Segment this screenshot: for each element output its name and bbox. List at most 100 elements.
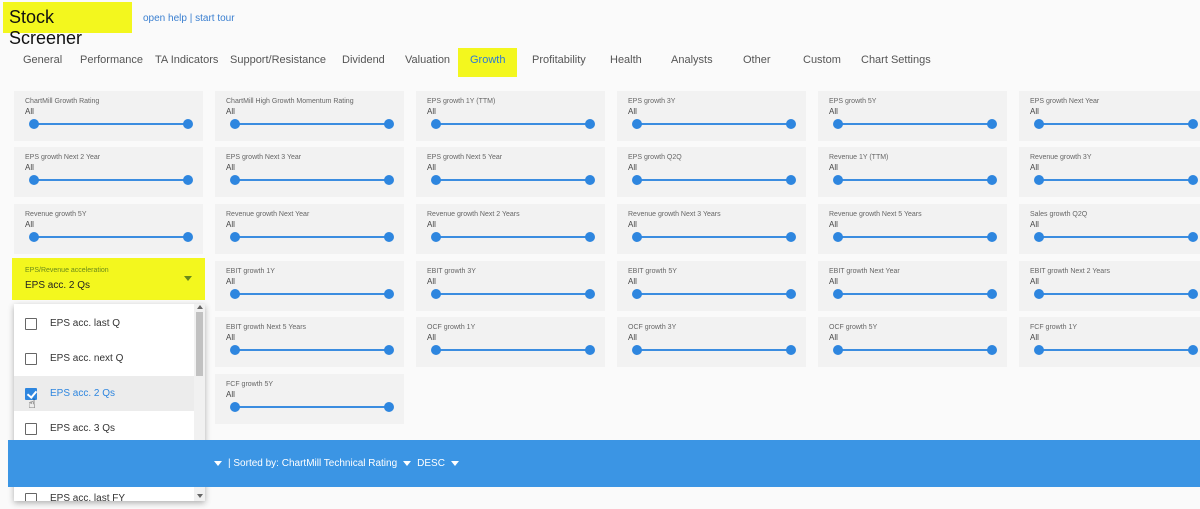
range-slider-min-handle[interactable] — [431, 119, 441, 129]
range-slider-max-handle[interactable] — [987, 119, 997, 129]
range-slider-max-handle[interactable] — [786, 289, 796, 299]
range-slider-track[interactable] — [235, 293, 389, 295]
range-slider-track[interactable] — [838, 293, 992, 295]
range-slider-min-handle[interactable] — [833, 175, 843, 185]
tab-dividend[interactable]: Dividend — [342, 48, 385, 76]
range-slider-track[interactable] — [235, 123, 389, 125]
range-slider-max-handle[interactable] — [585, 175, 595, 185]
range-slider-max-handle[interactable] — [384, 402, 394, 412]
range-slider-min-handle[interactable] — [632, 345, 642, 355]
range-slider-min-handle[interactable] — [833, 232, 843, 242]
range-slider-min-handle[interactable] — [431, 345, 441, 355]
range-slider-min-handle[interactable] — [1034, 175, 1044, 185]
range-slider-min-handle[interactable] — [632, 289, 642, 299]
range-slider-track[interactable] — [637, 293, 791, 295]
range-slider-max-handle[interactable] — [1188, 289, 1198, 299]
checkbox-icon[interactable] — [25, 493, 37, 501]
range-slider-max-handle[interactable] — [1188, 175, 1198, 185]
scroll-down-icon[interactable] — [197, 494, 203, 498]
range-slider-max-handle[interactable] — [384, 289, 394, 299]
range-slider-max-handle[interactable] — [384, 119, 394, 129]
range-slider-max-handle[interactable] — [384, 345, 394, 355]
dropdown-option[interactable]: EPS acc. 2 Qs — [14, 376, 194, 411]
range-slider-track[interactable] — [436, 293, 590, 295]
range-slider-max-handle[interactable] — [585, 119, 595, 129]
caret-down-icon[interactable] — [403, 461, 412, 466]
tab-custom[interactable]: Custom — [803, 48, 841, 76]
checkbox-icon[interactable] — [25, 353, 37, 365]
range-slider-min-handle[interactable] — [833, 119, 843, 129]
range-slider-track[interactable] — [1039, 349, 1193, 351]
range-slider-track[interactable] — [637, 349, 791, 351]
range-slider-track[interactable] — [637, 123, 791, 125]
scroll-up-icon[interactable] — [197, 305, 203, 309]
range-slider-min-handle[interactable] — [230, 289, 240, 299]
tab-other[interactable]: Other — [743, 48, 771, 76]
range-slider-max-handle[interactable] — [987, 175, 997, 185]
caret-down-icon[interactable] — [214, 461, 222, 466]
range-slider-track[interactable] — [637, 236, 791, 238]
range-slider-min-handle[interactable] — [833, 289, 843, 299]
range-slider-max-handle[interactable] — [384, 175, 394, 185]
range-slider-track[interactable] — [436, 179, 590, 181]
scrollbar-thumb[interactable] — [196, 312, 203, 376]
range-slider-max-handle[interactable] — [585, 345, 595, 355]
range-slider-track[interactable] — [637, 179, 791, 181]
range-slider-min-handle[interactable] — [632, 119, 642, 129]
range-slider-min-handle[interactable] — [230, 402, 240, 412]
range-slider-track[interactable] — [235, 236, 389, 238]
range-slider-track[interactable] — [436, 236, 590, 238]
checkbox-icon[interactable] — [25, 318, 37, 330]
range-slider-min-handle[interactable] — [230, 175, 240, 185]
dropdown-option[interactable]: EPS acc. next Q — [14, 341, 194, 376]
range-slider-min-handle[interactable] — [29, 119, 39, 129]
range-slider-max-handle[interactable] — [786, 175, 796, 185]
range-slider-min-handle[interactable] — [29, 175, 39, 185]
range-slider-min-handle[interactable] — [833, 345, 843, 355]
range-slider-track[interactable] — [436, 349, 590, 351]
range-slider-min-handle[interactable] — [230, 232, 240, 242]
range-slider-min-handle[interactable] — [431, 175, 441, 185]
range-slider-track[interactable] — [838, 179, 992, 181]
range-slider-track[interactable] — [436, 123, 590, 125]
range-slider-min-handle[interactable] — [1034, 232, 1044, 242]
range-slider-track[interactable] — [34, 236, 188, 238]
tab-growth[interactable]: Growth — [458, 48, 518, 77]
range-slider-min-handle[interactable] — [1034, 345, 1044, 355]
range-slider-track[interactable] — [34, 179, 188, 181]
range-slider-min-handle[interactable] — [29, 232, 39, 242]
tab-health[interactable]: Health — [610, 48, 642, 76]
range-slider-track[interactable] — [1039, 123, 1193, 125]
dropdown-arrow-icon[interactable] — [184, 276, 192, 281]
range-slider-track[interactable] — [235, 406, 389, 408]
range-slider-track[interactable] — [34, 123, 188, 125]
start-tour-link[interactable]: start tour — [195, 13, 234, 24]
tab-support-resistance[interactable]: Support/Resistance — [230, 48, 326, 76]
range-slider-min-handle[interactable] — [431, 232, 441, 242]
range-slider-track[interactable] — [235, 179, 389, 181]
tab-general[interactable]: General — [23, 48, 62, 76]
range-slider-max-handle[interactable] — [183, 232, 193, 242]
range-slider-min-handle[interactable] — [230, 119, 240, 129]
range-slider-max-handle[interactable] — [786, 232, 796, 242]
range-slider-min-handle[interactable] — [632, 175, 642, 185]
range-slider-track[interactable] — [1039, 179, 1193, 181]
range-slider-max-handle[interactable] — [585, 232, 595, 242]
range-slider-track[interactable] — [1039, 236, 1193, 238]
checkbox-icon[interactable] — [25, 423, 37, 435]
range-slider-min-handle[interactable] — [230, 345, 240, 355]
range-slider-max-handle[interactable] — [786, 345, 796, 355]
range-slider-max-handle[interactable] — [183, 119, 193, 129]
range-slider-track[interactable] — [838, 349, 992, 351]
range-slider-max-handle[interactable] — [183, 175, 193, 185]
range-slider-min-handle[interactable] — [431, 289, 441, 299]
dropdown-option[interactable]: EPS acc. last Q — [14, 306, 194, 341]
range-slider-max-handle[interactable] — [384, 232, 394, 242]
eps-revenue-acceleration-select[interactable]: EPS/Revenue acceleration EPS acc. 2 Qs — [12, 258, 205, 300]
range-slider-track[interactable] — [1039, 293, 1193, 295]
tab-ta-indicators[interactable]: TA Indicators — [155, 48, 218, 76]
range-slider-max-handle[interactable] — [987, 289, 997, 299]
range-slider-max-handle[interactable] — [987, 345, 997, 355]
tab-profitability[interactable]: Profitability — [532, 48, 586, 76]
caret-down-icon[interactable] — [450, 461, 459, 466]
